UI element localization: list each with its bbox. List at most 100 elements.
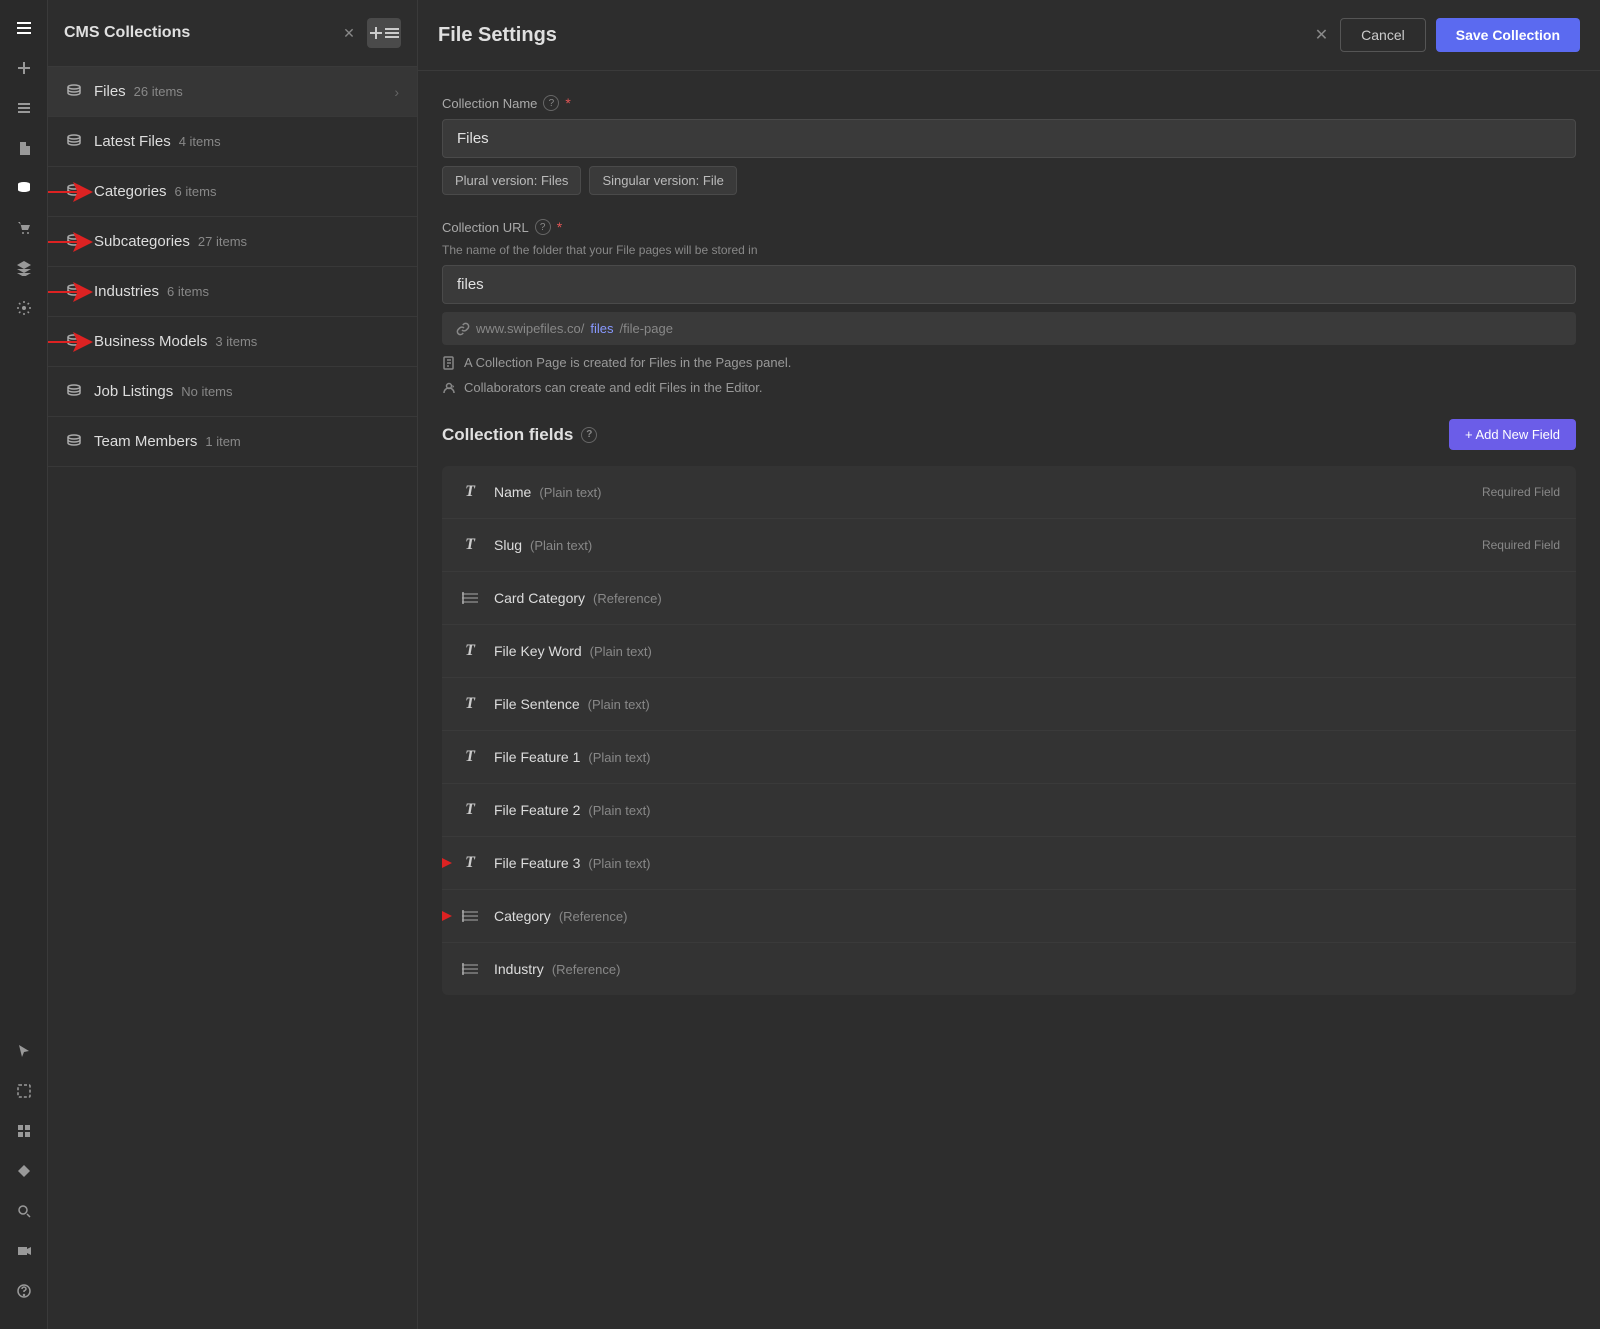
plural-version-tag[interactable]: Plural version: Files <box>442 166 581 195</box>
collection-url-group: Collection URL ? * The name of the folde… <box>442 219 1576 395</box>
collection-name: Categories <box>94 183 167 200</box>
collection-item[interactable]: Industries 6 items <box>48 267 417 317</box>
collection-name-input[interactable] <box>442 119 1576 158</box>
cms-panel-header: CMS Collections ✕ <box>48 0 417 67</box>
main-content: CMS Collections ✕ <box>48 0 1600 1329</box>
field-name: File Feature 3 <box>494 855 580 871</box>
cms-add-collection-button[interactable] <box>367 18 401 48</box>
collection-item[interactable]: Team Members 1 item <box>48 417 417 467</box>
field-name: File Key Word <box>494 643 582 659</box>
collection-count: 27 items <box>198 234 247 249</box>
collection-name-required-indicator: * <box>565 95 570 111</box>
field-type-text-icon: T <box>458 692 482 716</box>
collection-item[interactable]: Business Models 3 items <box>48 317 417 367</box>
field-type-text-icon: T <box>458 798 482 822</box>
left-toolbar <box>0 0 48 1329</box>
url-suffix: /file-page <box>620 321 673 336</box>
collection-url-input[interactable] <box>442 265 1576 304</box>
field-row[interactable]: T Slug (Plain text) Required Field <box>442 519 1576 572</box>
collection-name-help-icon[interactable]: ? <box>543 95 559 111</box>
fields-table: T Name (Plain text) Required Field T Slu… <box>442 466 1576 995</box>
collection-item[interactable]: Categories 6 items <box>48 167 417 217</box>
collection-stack-icon <box>66 283 82 300</box>
collection-stack-icon <box>66 83 82 100</box>
field-type: (Plain text) <box>588 750 650 765</box>
database-icon[interactable] <box>6 170 42 206</box>
plus-icon[interactable] <box>6 50 42 86</box>
field-row[interactable]: T File Feature 1 (Plain text) <box>442 731 1576 784</box>
field-name: Card Category <box>494 590 585 606</box>
collection-url-description: The name of the folder that your File pa… <box>442 243 1576 257</box>
field-row[interactable]: Industry (Reference) <box>442 943 1576 995</box>
collection-stack-icon <box>66 333 82 350</box>
field-row[interactable]: T File Feature 3 (Plain text) <box>442 837 1576 890</box>
collection-stack-icon <box>66 433 82 450</box>
save-collection-button[interactable]: Save Collection <box>1436 18 1580 52</box>
collection-list: Files 26 items › Latest Files 4 items <box>48 67 417 1329</box>
menu-lines-icon[interactable] <box>6 90 42 126</box>
search-icon[interactable] <box>6 1193 42 1229</box>
collaborator-info-icon <box>442 381 456 395</box>
info-collaborators-text: Collaborators can create and edit Files … <box>464 380 762 395</box>
settings-body: Collection Name ? * Plural version: File… <box>418 71 1600 1329</box>
collection-count: 26 items <box>134 84 183 99</box>
field-row[interactable]: T File Feature 2 (Plain text) <box>442 784 1576 837</box>
field-type-text-icon: T <box>458 639 482 663</box>
collection-url-label: Collection URL ? * <box>442 219 1576 235</box>
collection-name: Files <box>94 83 126 100</box>
field-type: (Plain text) <box>588 803 650 818</box>
settings-close-button[interactable]: ✕ <box>1315 25 1328 45</box>
collection-count: 3 items <box>215 334 257 349</box>
cart-icon[interactable] <box>6 210 42 246</box>
help-icon[interactable] <box>6 1273 42 1309</box>
gear-icon[interactable] <box>6 290 42 326</box>
add-new-field-button[interactable]: + Add New Field <box>1449 419 1576 450</box>
field-type: (Plain text) <box>590 644 652 659</box>
field-name: Category <box>494 908 551 924</box>
field-row[interactable]: T File Key Word (Plain text) <box>442 625 1576 678</box>
collection-stack-icon <box>66 233 82 250</box>
singular-version-value: File <box>703 173 724 188</box>
field-row[interactable]: T Name (Plain text) Required Field <box>442 466 1576 519</box>
layers-icon[interactable] <box>6 250 42 286</box>
singular-version-tag[interactable]: Singular version: File <box>589 166 736 195</box>
grid-icon[interactable] <box>6 1113 42 1149</box>
collection-url-help-icon[interactable]: ? <box>535 219 551 235</box>
url-highlight: files <box>590 321 613 336</box>
file-settings-panel: File Settings ✕ Cancel Save Collection C… <box>418 0 1600 1329</box>
collection-count: No items <box>181 384 232 399</box>
collection-item[interactable]: Files 26 items › <box>48 67 417 117</box>
collection-item[interactable]: Latest Files 4 items <box>48 117 417 167</box>
collection-item[interactable]: Subcategories 27 items <box>48 217 417 267</box>
field-name: File Feature 2 <box>494 802 580 818</box>
cms-panel-close-button[interactable]: ✕ <box>339 23 359 43</box>
field-row[interactable]: Category (Reference) <box>442 890 1576 943</box>
logo-icon[interactable] <box>6 10 42 46</box>
cancel-button[interactable]: Cancel <box>1340 18 1426 52</box>
field-row[interactable]: Card Category (Reference) <box>442 572 1576 625</box>
video-icon[interactable] <box>6 1233 42 1269</box>
field-type: (Plain text) <box>539 485 601 500</box>
collection-fields-help-icon[interactable]: ? <box>581 427 597 443</box>
collection-item[interactable]: Job Listings No items <box>48 367 417 417</box>
cursor-icon[interactable] <box>6 1033 42 1069</box>
field-type-text-icon: T <box>458 745 482 769</box>
field-name: Name <box>494 484 531 500</box>
marquee-icon[interactable] <box>6 1073 42 1109</box>
component-icon[interactable] <box>6 1153 42 1189</box>
field-type: (Plain text) <box>530 538 592 553</box>
field-type-text-icon: T <box>458 851 482 875</box>
plural-version-value: Files <box>541 173 568 188</box>
field-type: (Reference) <box>593 591 662 606</box>
field-type: (Reference) <box>559 909 628 924</box>
collection-stack-icon <box>66 133 82 150</box>
field-row[interactable]: T File Sentence (Plain text) <box>442 678 1576 731</box>
collection-stack-icon <box>66 183 82 200</box>
page-icon[interactable] <box>6 130 42 166</box>
field-type: (Plain text) <box>588 697 650 712</box>
collection-count: 6 items <box>167 284 209 299</box>
collection-name: Team Members <box>94 433 197 450</box>
required-badge: Required Field <box>1482 485 1560 499</box>
field-name: Industry <box>494 961 544 977</box>
plural-version-label: Plural version: <box>455 173 541 188</box>
